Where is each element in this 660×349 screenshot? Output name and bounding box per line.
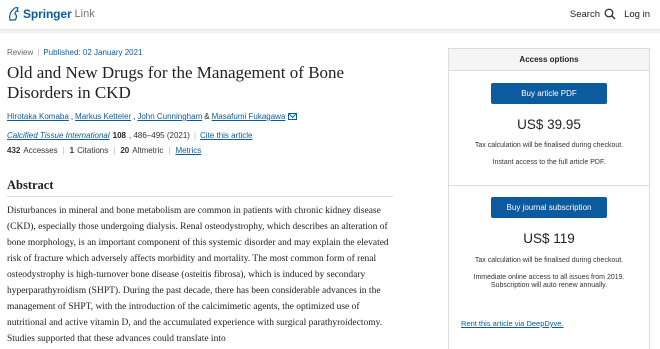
subscription-price: US$ 119 xyxy=(523,231,575,246)
subscription-tax-note: Tax calculation will be finalised during… xyxy=(474,257,624,264)
site-header: Springer Link Search Log in xyxy=(0,0,660,30)
article-meta: Review | Published: 02 January 2021 xyxy=(7,48,397,57)
separator: | xyxy=(168,146,171,155)
header-divider xyxy=(0,30,660,33)
access-options-heading: Access options xyxy=(449,49,649,71)
author-link[interactable]: Masafumi Fukagawa xyxy=(212,112,286,121)
buy-article-pdf-button[interactable]: Buy article PDF xyxy=(491,83,607,104)
springer-link-logo[interactable]: Springer Link xyxy=(7,6,95,22)
separator: | xyxy=(37,48,40,57)
journal-volume: 108 xyxy=(112,131,127,140)
search-button[interactable]: Search xyxy=(570,8,616,20)
separator: | xyxy=(193,131,197,140)
separator: , xyxy=(133,112,136,121)
separator: | xyxy=(62,146,65,155)
citations-count: 1 xyxy=(69,146,75,155)
author-link[interactable]: Hirotaka Komaba xyxy=(7,112,69,121)
rent-deepdyve-link[interactable]: Rent this article via DeepDyve. xyxy=(461,319,564,328)
cite-article-link[interactable]: Cite this article xyxy=(200,131,252,140)
journal-subscription-offer: Buy journal subscription US$ 119 Tax cal… xyxy=(449,186,649,289)
subscription-renew-note: Subscription will auto renew annually. xyxy=(490,282,608,289)
subscription-access-note: Immediate online access to all issues fr… xyxy=(473,274,625,281)
accesses-label: Accesses xyxy=(23,146,58,155)
springer-horse-icon xyxy=(9,7,20,21)
article-metrics: 432 Accesses | 1 Citations | 20 Altmetri… xyxy=(7,146,397,155)
accesses-count: 432 xyxy=(7,146,21,155)
altmetric-count: 20 xyxy=(120,146,130,155)
separator: & xyxy=(204,112,210,121)
author-list: Hirotaka Komaba, Markus Ketteler, John C… xyxy=(7,112,397,121)
journal-link[interactable]: Calcified Tissue International xyxy=(7,131,110,140)
author-link[interactable]: John Cunningham xyxy=(137,112,202,121)
login-link[interactable]: Log in xyxy=(624,9,650,20)
journal-pages: , 486–495 (2021) xyxy=(129,131,190,140)
pdf-tax-note: Tax calculation will be finalised during… xyxy=(474,142,624,149)
pdf-access-note: Instant access to the full article PDF. xyxy=(492,159,606,166)
journal-citation: Calcified Tissue International 108 , 486… xyxy=(7,131,397,140)
citations-label: Citations xyxy=(77,146,109,155)
buy-journal-subscription-button[interactable]: Buy journal subscription xyxy=(491,197,607,218)
access-options-panel: Access options Buy article PDF US$ 39.95… xyxy=(448,48,650,349)
email-icon[interactable] xyxy=(288,113,298,120)
abstract-text: Disturbances in mineral and bone metabol… xyxy=(7,206,389,344)
brand-sub: Link xyxy=(74,8,95,20)
article-title: Old and New Drugs for the Management of … xyxy=(7,63,345,102)
metrics-link[interactable]: Metrics xyxy=(175,146,201,155)
separator: | xyxy=(113,146,116,155)
published-date: Published: 02 January 2021 xyxy=(43,48,143,57)
article-header: Review | Published: 02 January 2021 Old … xyxy=(7,48,397,155)
article-type: Review xyxy=(7,48,34,57)
altmetric-label: Altmetric xyxy=(132,146,164,155)
abstract-heading: Abstract xyxy=(7,178,54,192)
abstract-divider xyxy=(7,196,393,197)
brand-name: Springer xyxy=(23,7,72,21)
separator: , xyxy=(70,112,74,121)
search-label: Search xyxy=(569,8,600,20)
author-link[interactable]: Markus Ketteler xyxy=(75,112,131,121)
article-pdf-price: US$ 39.95 xyxy=(517,117,581,132)
article-pdf-offer: Buy article PDF US$ 39.95 Tax calculatio… xyxy=(449,71,649,185)
search-icon xyxy=(604,8,616,20)
